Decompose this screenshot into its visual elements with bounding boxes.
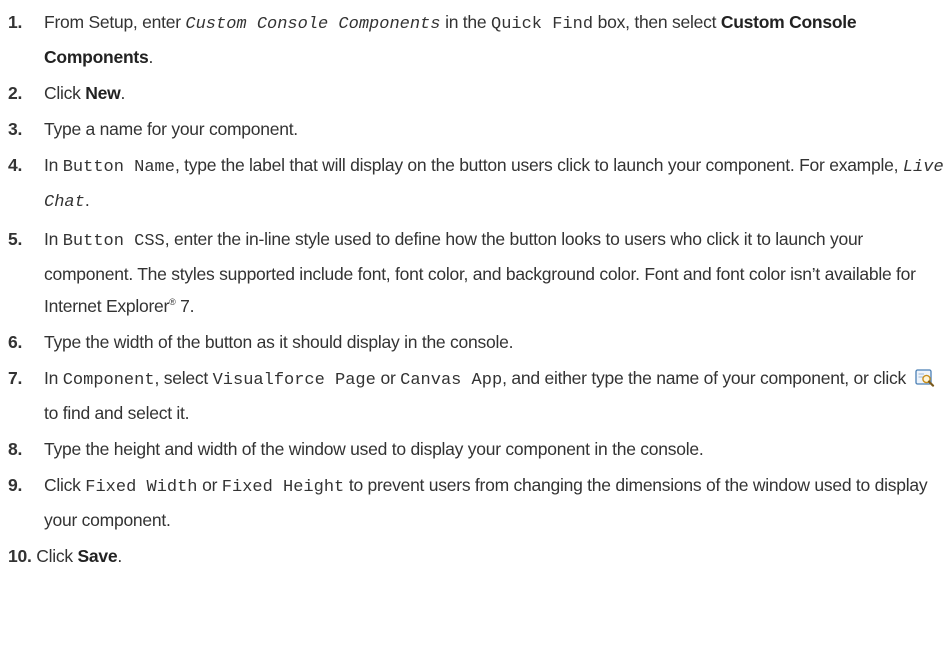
step-number: 5. — [8, 229, 23, 249]
step-text: , and either type the name of your compo… — [502, 368, 911, 388]
step-8: 8. Type the height and width of the windo… — [0, 433, 952, 465]
step-3: 3. Type a name for your component. — [0, 113, 952, 145]
step-text: , type the label that will display on th… — [174, 155, 903, 175]
code-term: Button Name — [62, 158, 175, 177]
step-text: or — [197, 475, 222, 495]
code-term: Button CSS — [62, 232, 165, 251]
step-text: Click — [44, 475, 86, 495]
step-text: In — [44, 368, 63, 388]
lookup-magnifier-icon[interactable] — [914, 366, 936, 387]
step-text: 7. — [175, 296, 195, 316]
code-term: Canvas App — [400, 371, 503, 390]
step-9: 9. Click Fixed Width or Fixed Height to p… — [0, 469, 952, 536]
step-text: , select — [154, 368, 213, 388]
ui-label: Save — [77, 546, 118, 566]
ui-label: New — [85, 83, 121, 103]
code-term: Quick Find — [491, 15, 594, 34]
step-number: 10. — [8, 546, 32, 566]
step-1: 1. From Setup, enter Custom Console Compo… — [0, 6, 952, 73]
step-4: 4. In Button Name, type the label that wi… — [0, 149, 952, 219]
instruction-list: 1. From Setup, enter Custom Console Compo… — [0, 0, 952, 670]
step-number: 7. — [8, 368, 23, 388]
code-term: Fixed Height — [221, 478, 345, 497]
step-text: . — [84, 190, 90, 210]
step-number: 4. — [8, 155, 23, 175]
step-text: Click — [44, 83, 86, 103]
step-text: box, then select — [593, 12, 721, 32]
step-text: Type the height and width of the window … — [44, 439, 704, 459]
step-5: 5. In Button CSS, enter the in-line style… — [0, 223, 952, 322]
step-6: 6. Type the width of the button as it sho… — [0, 326, 952, 358]
step-number: 9. — [8, 475, 23, 495]
code-term: Custom Console Components — [185, 15, 441, 34]
code-term: Visualforce Page — [212, 371, 376, 390]
step-number: 8. — [8, 439, 23, 459]
step-10: 10. Click Save. — [0, 540, 952, 572]
step-number: 3. — [8, 119, 23, 139]
step-2: 2. Click New. — [0, 77, 952, 109]
step-text: Type a name for your component. — [44, 119, 298, 139]
step-number: 1. — [8, 12, 23, 32]
step-text: Click — [36, 546, 78, 566]
step-text: or — [375, 368, 401, 388]
step-text: In — [44, 229, 63, 249]
step-text: in the — [440, 12, 491, 32]
step-text: In — [44, 155, 63, 175]
code-term: Fixed Width — [85, 478, 198, 497]
step-text: . — [117, 546, 122, 566]
step-text: From Setup, enter — [44, 12, 186, 32]
step-text: to find and select it. — [44, 403, 190, 423]
code-term: Component — [62, 371, 155, 390]
step-number: 2. — [8, 83, 23, 103]
step-7: 7. In Component, select Visualforce Page … — [0, 362, 952, 429]
step-text: Type the width of the button as it shoul… — [44, 332, 514, 352]
step-number: 6. — [8, 332, 23, 352]
step-text: . — [148, 47, 154, 67]
step-text: . — [120, 83, 126, 103]
